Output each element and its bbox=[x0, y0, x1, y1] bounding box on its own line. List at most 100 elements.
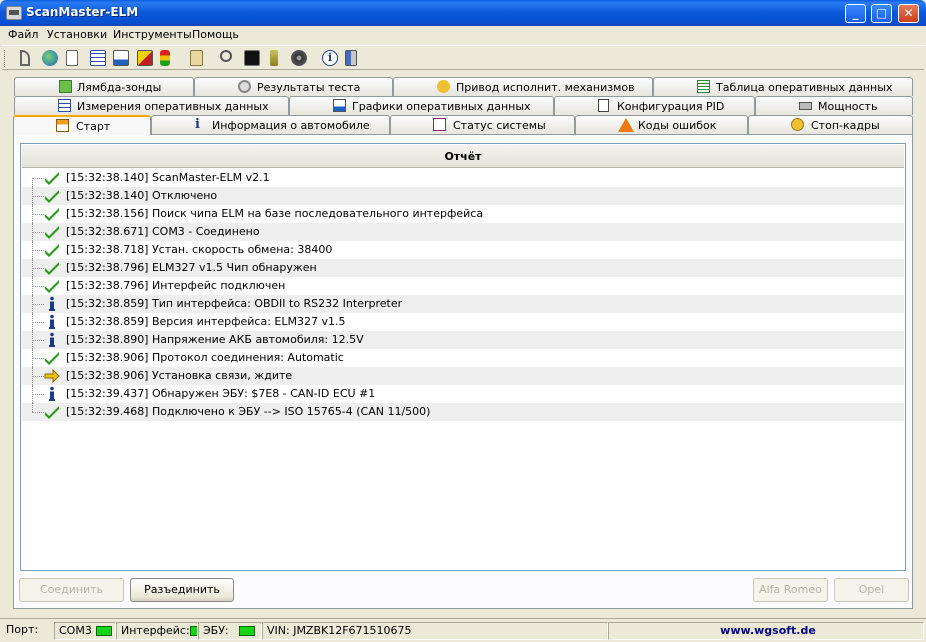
battery-icon[interactable] bbox=[270, 50, 278, 66]
tab-test-results[interactable]: Результаты теста bbox=[194, 77, 393, 96]
home-icon bbox=[56, 119, 69, 132]
actuator-icon bbox=[437, 80, 450, 93]
arrow-right-icon bbox=[44, 368, 60, 384]
log-entry-text: [15:32:38.906] Протокол соединения: Auto… bbox=[66, 351, 344, 364]
tree-connector bbox=[32, 412, 44, 413]
info-icon bbox=[44, 296, 60, 312]
minimize-button[interactable]: _ bbox=[845, 4, 866, 23]
log-entry-text: [15:32:39.468] Подключено к ЭБУ --> ISO … bbox=[66, 405, 431, 418]
connect-icon[interactable] bbox=[20, 50, 30, 66]
log-entry-text: [15:32:38.140] ScanMaster-ELM v2.1 bbox=[66, 171, 270, 184]
tab-live-data-table[interactable]: Таблица оперативных данных bbox=[653, 77, 913, 96]
freeze-icon bbox=[791, 118, 804, 131]
tab-start[interactable]: Старт bbox=[13, 115, 151, 135]
check-icon bbox=[44, 224, 60, 240]
terminal-icon[interactable] bbox=[244, 50, 260, 66]
connect-button[interactable]: Соединить bbox=[19, 578, 124, 602]
check-icon bbox=[44, 206, 60, 222]
tree-connector bbox=[32, 394, 44, 395]
tree-connector bbox=[32, 322, 44, 323]
tab-live-data-graphs[interactable]: Графики оперативных данных bbox=[289, 96, 554, 115]
port-label: Порт: bbox=[6, 623, 39, 636]
alfa-romeo-button[interactable]: Alfa Romeo bbox=[753, 578, 828, 602]
check-icon bbox=[44, 278, 60, 294]
tree-connector bbox=[32, 232, 44, 233]
menu-help[interactable]: Помощь bbox=[192, 28, 239, 41]
log-entry[interactable]: [15:32:38.859] Версия интерфейса: ELM327… bbox=[22, 313, 904, 331]
traffic-light-icon[interactable] bbox=[160, 50, 170, 66]
tree-connector bbox=[32, 376, 44, 377]
tree-connector bbox=[32, 250, 44, 251]
title-bar[interactable]: ScanMaster-ELM _ □ ✕ bbox=[0, 0, 926, 26]
log-entry-text: [15:32:38.671] COM3 - Соединено bbox=[66, 225, 260, 238]
menu-tools[interactable]: Инструменты bbox=[113, 28, 192, 41]
interface-status: Интерфейс: bbox=[116, 622, 198, 640]
tree-connector bbox=[32, 340, 44, 341]
tab-power[interactable]: Мощность bbox=[755, 96, 913, 115]
maximize-button[interactable]: □ bbox=[871, 4, 892, 23]
toolbar-grip[interactable] bbox=[4, 50, 7, 67]
trend-icon[interactable] bbox=[137, 50, 153, 66]
tree-connector bbox=[32, 358, 44, 359]
log-entry[interactable]: [15:32:38.859] Тип интерфейса: OBDII to … bbox=[22, 295, 904, 313]
clipboard-icon[interactable] bbox=[190, 50, 203, 66]
log-entry[interactable]: [15:32:38.156] Поиск чипа ELM на базе по… bbox=[22, 205, 904, 223]
log-entry[interactable]: [15:32:38.906] Установка связи, ждите bbox=[22, 367, 904, 385]
tree-connector bbox=[32, 178, 44, 179]
report-header[interactable]: Отчёт bbox=[22, 145, 904, 168]
info-icon bbox=[44, 332, 60, 348]
tab-system-status[interactable]: Статус системы bbox=[390, 115, 575, 134]
tree-connector bbox=[32, 214, 44, 215]
tab-lambda[interactable]: Лямбда-зонды bbox=[14, 77, 194, 96]
log-entry[interactable]: [15:32:38.718] Устан. скорость обмена: 3… bbox=[22, 241, 904, 259]
ecu-led bbox=[238, 626, 255, 636]
ecu-label: ЭБУ: bbox=[203, 624, 229, 637]
log-entry-text: [15:32:38.140] Отключено bbox=[66, 189, 218, 202]
log-entry-text: [15:32:38.156] Поиск чипа ELM на базе по… bbox=[66, 207, 484, 220]
report-list[interactable]: Отчёт [15:32:38.140] ScanMaster-ELM v2.1… bbox=[20, 143, 906, 571]
grid-icon[interactable] bbox=[90, 50, 106, 66]
opel-button[interactable]: Opel bbox=[834, 578, 909, 602]
gear-icon bbox=[238, 80, 251, 93]
log-entry[interactable]: [15:32:38.796] ELM327 v1.5 Чип обнаружен bbox=[22, 259, 904, 277]
log-entry[interactable]: [15:32:38.890] Напряжение АКБ автомобиля… bbox=[22, 331, 904, 349]
status-bar: Порт: COM3 Интерфейс: ЭБУ: VIN: JMZBK12F… bbox=[0, 618, 926, 642]
ecu-status: ЭБУ: bbox=[198, 622, 262, 640]
toolbar: i bbox=[2, 45, 924, 70]
search-icon[interactable] bbox=[220, 50, 232, 62]
log-entry[interactable]: [15:32:39.468] Подключено к ЭБУ --> ISO … bbox=[22, 403, 904, 421]
tab-pid-config[interactable]: Конфигурация PID bbox=[554, 96, 755, 115]
menu-file[interactable]: Файл bbox=[8, 28, 38, 41]
check-icon bbox=[44, 350, 60, 366]
log-entry-text: [15:32:38.890] Напряжение АКБ автомобиля… bbox=[66, 333, 364, 346]
tab-error-codes[interactable]: Коды ошибок bbox=[575, 115, 748, 134]
chart-icon[interactable] bbox=[113, 50, 129, 66]
check-icon bbox=[44, 170, 60, 186]
disconnect-button[interactable]: Разъединить bbox=[130, 578, 234, 602]
website-link[interactable]: www.wgsoft.de bbox=[608, 622, 924, 640]
info-icon[interactable]: i bbox=[322, 50, 338, 66]
exit-icon[interactable] bbox=[345, 50, 357, 66]
interface-label: Интерфейс: bbox=[121, 624, 190, 637]
log-entry[interactable]: [15:32:38.140] ScanMaster-ELM v2.1 bbox=[22, 169, 904, 187]
tab-vehicle-info[interactable]: i Информация о автомобиле bbox=[151, 115, 390, 134]
menu-settings[interactable]: Установки bbox=[47, 28, 107, 41]
log-entry[interactable]: [15:32:39.437] Обнаружен ЭБУ: $7E8 - CAN… bbox=[22, 385, 904, 403]
log-entry[interactable]: [15:32:38.906] Протокол соединения: Auto… bbox=[22, 349, 904, 367]
chart-icon bbox=[333, 99, 346, 112]
menu-bar: Файл Установки Инструменты Помощь bbox=[0, 26, 926, 44]
tree-connector bbox=[32, 268, 44, 269]
log-entry-text: [15:32:38.796] Интерфейс подключен bbox=[66, 279, 286, 292]
tab-actuators[interactable]: Привод исполнит. механизмов bbox=[393, 77, 653, 96]
check-icon bbox=[44, 242, 60, 258]
close-button[interactable]: ✕ bbox=[898, 4, 919, 23]
log-entry[interactable]: [15:32:38.796] Интерфейс подключен bbox=[22, 277, 904, 295]
globe-icon[interactable] bbox=[42, 50, 58, 66]
document-icon[interactable] bbox=[66, 50, 78, 66]
log-entry[interactable]: [15:32:38.140] Отключено bbox=[22, 187, 904, 205]
log-entry[interactable]: [15:32:38.671] COM3 - Соединено bbox=[22, 223, 904, 241]
tab-live-data-measure[interactable]: Измерения оперативных данных bbox=[14, 96, 289, 115]
disc-icon[interactable] bbox=[291, 50, 307, 66]
tab-freeze-frames[interactable]: Стоп-кадры bbox=[748, 115, 913, 134]
info-icon: i bbox=[195, 117, 200, 132]
